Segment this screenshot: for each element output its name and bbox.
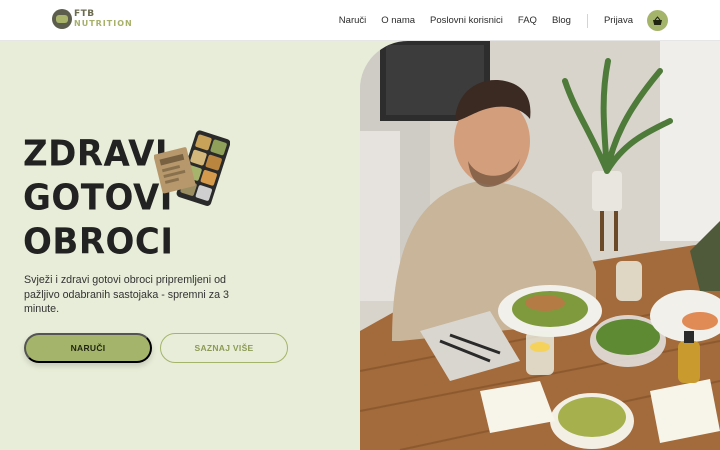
nav-link-faq[interactable]: FAQ <box>518 15 537 26</box>
hero-photo-illustration <box>360 41 720 450</box>
basket-icon <box>653 15 662 25</box>
hero-title-line-3: OBROCI <box>23 221 174 263</box>
nav-link-blog[interactable]: Blog <box>552 15 571 26</box>
hero-description: Svježi i zdravi gotovi obroci pripremlje… <box>24 274 229 315</box>
top-navbar: FTB NUTRITION Naruči O nama Poslovni kor… <box>0 0 720 41</box>
main-menu: Naruči O nama Poslovni korisnici FAQ Blo… <box>324 0 668 41</box>
hero-photo <box>360 41 720 450</box>
brand-logo[interactable]: FTB NUTRITION <box>52 9 133 29</box>
nav-link-naruci[interactable]: Naruči <box>339 15 366 26</box>
hero-title-line-1: ZDRAVI <box>23 133 169 175</box>
order-button[interactable]: NARUČI <box>24 333 152 363</box>
login-link[interactable]: Prijava <box>604 15 633 26</box>
nav-divider <box>586 13 588 28</box>
meal-box-illustration <box>154 130 230 206</box>
brand-tagline: NUTRITION <box>74 19 133 28</box>
hero-title: ZDRAVI GOTOVI OBROCI <box>23 132 174 264</box>
cart-button[interactable] <box>647 10 668 31</box>
brand-name: FTB <box>74 9 95 19</box>
nav-link-poslovni-korisnici[interactable]: Poslovni korisnici <box>430 15 503 26</box>
nav-link-o-nama[interactable]: O nama <box>381 15 415 26</box>
hero-title-line-2: GOTOVI <box>23 177 173 219</box>
learn-more-button[interactable]: SAZNAJ VIŠE <box>160 333 288 363</box>
logo-emblem-icon <box>52 9 72 29</box>
